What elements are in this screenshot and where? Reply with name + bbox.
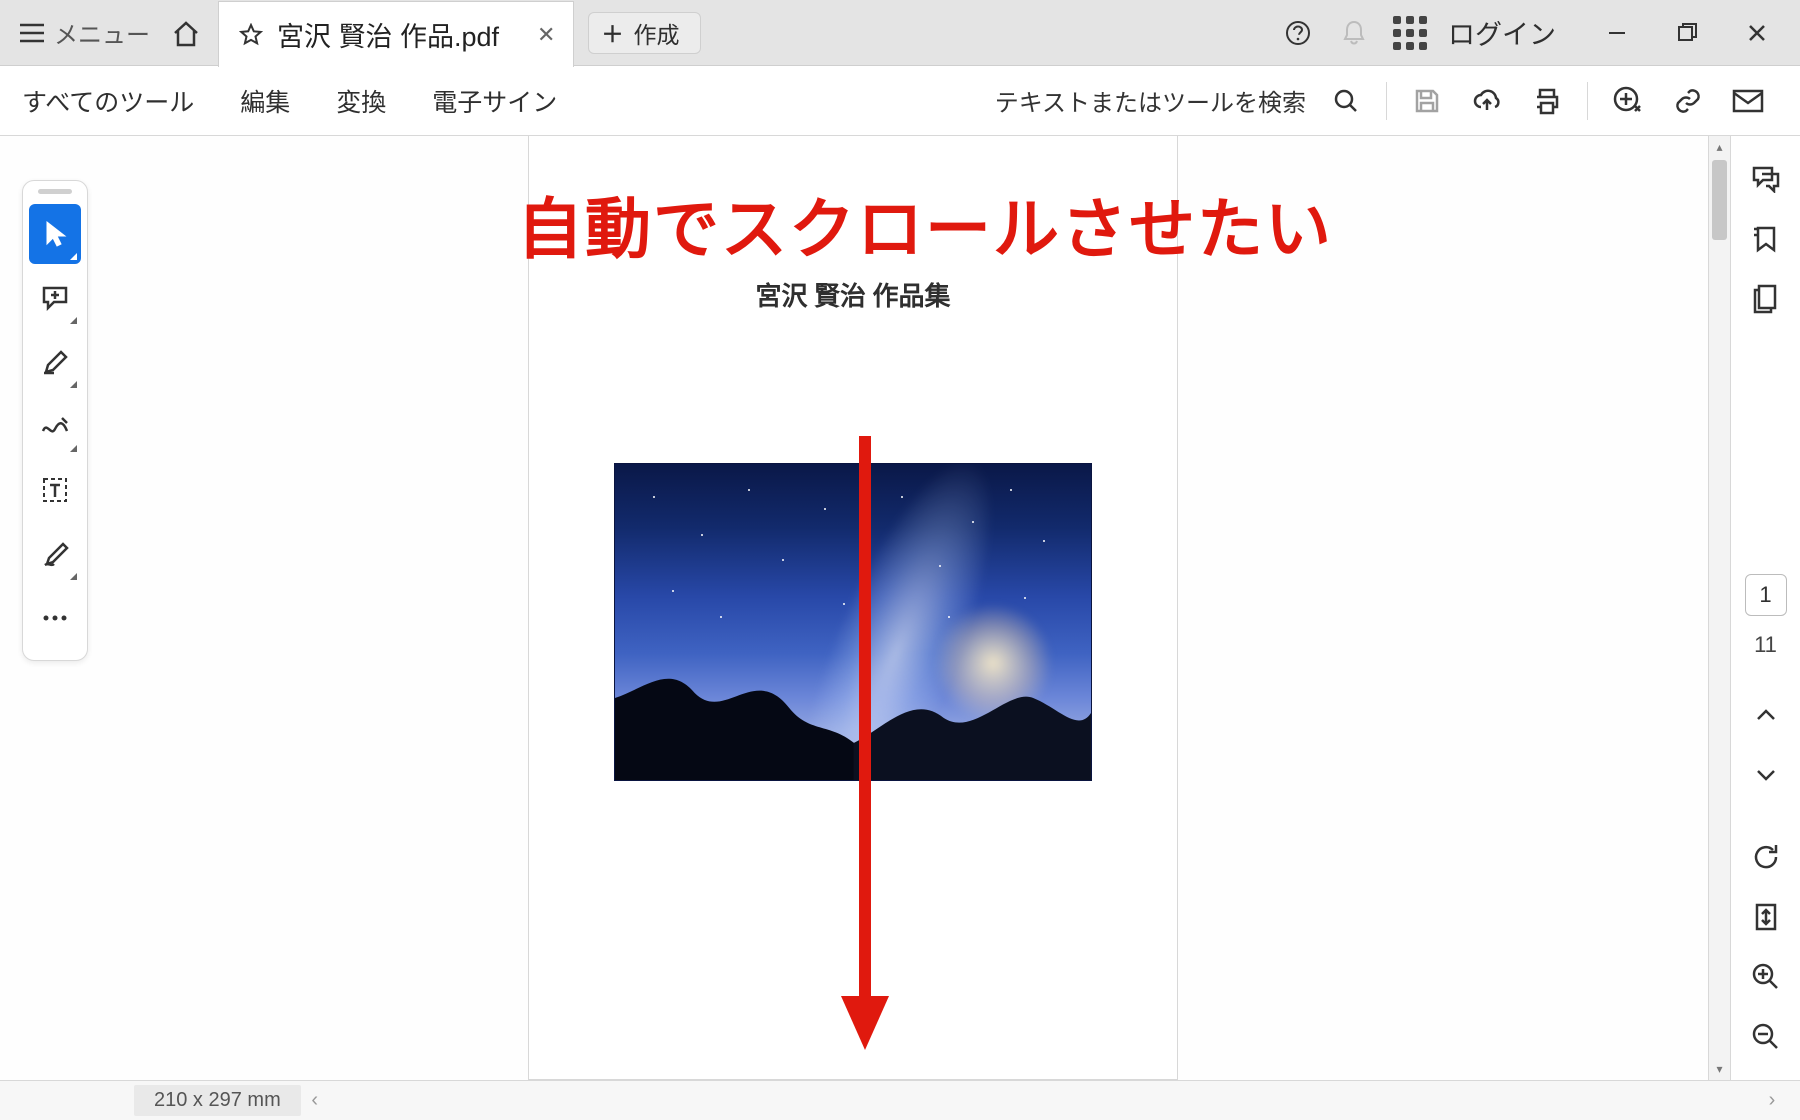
tool-more[interactable]: [29, 588, 81, 648]
login-button[interactable]: ログイン: [1448, 13, 1556, 52]
title-bar-right: ログイン: [1270, 0, 1800, 65]
hamburger-icon: [19, 23, 45, 43]
tool-highlight[interactable]: [29, 332, 81, 392]
document-tab[interactable]: 宮沢 賢治 作品.pdf ✕: [218, 1, 574, 67]
cloud-upload-icon: [1472, 88, 1502, 114]
page-fit-button[interactable]: [1741, 892, 1791, 942]
bookmark-icon: [1752, 225, 1780, 253]
page-total: 11: [1754, 632, 1777, 658]
tab-close-button[interactable]: ✕: [537, 22, 555, 48]
plus-icon: ＋: [601, 17, 623, 49]
hscroll-left-button[interactable]: ‹: [301, 1089, 329, 1112]
search-icon: [1333, 88, 1359, 114]
document-heading: 宮沢 賢治 作品集: [529, 276, 1177, 313]
page-down-button[interactable]: [1741, 750, 1791, 800]
print-icon: [1532, 87, 1562, 115]
new-tab-button[interactable]: ＋ 作成: [588, 12, 700, 54]
hamburger-menu-button[interactable]: [8, 0, 56, 66]
highlight-icon: [41, 349, 69, 375]
status-bar: 210 x 297 mm ‹ ›: [0, 1080, 1800, 1120]
more-icon: [42, 613, 68, 623]
app-grid-button[interactable]: [1382, 0, 1438, 66]
ai-icon: [1613, 86, 1643, 116]
right-panel: 1 11: [1730, 136, 1800, 1080]
maximize-icon: [1677, 23, 1697, 43]
save-icon: [1413, 87, 1441, 115]
cloud-upload-button[interactable]: [1457, 71, 1517, 131]
hscroll-right-button[interactable]: ›: [1758, 1089, 1786, 1112]
page-number-input[interactable]: 1: [1745, 574, 1787, 616]
mail-icon: [1732, 89, 1764, 113]
help-icon: [1285, 20, 1311, 46]
floating-toolbar[interactable]: [22, 180, 88, 661]
tool-select[interactable]: [29, 204, 81, 264]
menu-convert[interactable]: 変換: [336, 83, 386, 119]
document-area[interactable]: 宮沢 賢治 作品集 自動でスク: [0, 136, 1730, 1080]
tool-sign[interactable]: [29, 524, 81, 584]
vertical-scrollbar[interactable]: ▴ ▾: [1708, 136, 1730, 1080]
window-minimize-button[interactable]: [1582, 0, 1652, 66]
scroll-up-button[interactable]: ▴: [1709, 136, 1730, 158]
tab-title: 宮沢 賢治 作品.pdf: [277, 15, 499, 54]
panel-comments-button[interactable]: [1741, 154, 1791, 204]
home-button[interactable]: [162, 0, 210, 66]
window-maximize-button[interactable]: [1652, 0, 1722, 66]
ai-assistant-button[interactable]: [1598, 71, 1658, 131]
chevron-down-icon: [1755, 768, 1777, 782]
panel-thumbnails-button[interactable]: [1741, 274, 1791, 324]
textbox-icon: [42, 477, 68, 503]
scroll-thumb[interactable]: [1712, 160, 1727, 240]
page-up-button[interactable]: [1741, 690, 1791, 740]
zoom-out-button[interactable]: [1741, 1012, 1791, 1062]
rotate-button[interactable]: [1741, 832, 1791, 882]
save-button[interactable]: [1397, 71, 1457, 131]
toolbar: すべてのツール 編集 変換 電子サイン テキストまたはツールを検索: [0, 66, 1800, 136]
share-button[interactable]: [1718, 71, 1778, 131]
scroll-down-button[interactable]: ▾: [1709, 1058, 1730, 1080]
close-icon: [1747, 23, 1767, 43]
app-grid-icon: [1393, 16, 1427, 50]
home-icon: [171, 19, 201, 47]
title-bar-left: メニュー: [0, 0, 218, 65]
pdf-page: 宮沢 賢治 作品集: [528, 136, 1178, 1080]
bell-icon: [1341, 19, 1367, 47]
tool-draw[interactable]: [29, 396, 81, 456]
notifications-button[interactable]: [1326, 0, 1382, 66]
comment-icon: [41, 285, 69, 311]
chevron-up-icon: [1755, 708, 1777, 722]
tool-comment[interactable]: [29, 268, 81, 328]
window-close-button[interactable]: [1722, 0, 1792, 66]
link-button[interactable]: [1658, 71, 1718, 131]
comments-icon: [1751, 165, 1781, 193]
menu-esign[interactable]: 電子サイン: [432, 83, 557, 119]
toolbar-grip[interactable]: [38, 189, 72, 194]
zoom-out-icon: [1752, 1023, 1780, 1051]
cursor-icon: [43, 220, 67, 248]
tool-textbox[interactable]: [29, 460, 81, 520]
search-placeholder[interactable]: テキストまたはツールを検索: [995, 83, 1306, 118]
page-fit-icon: [1754, 902, 1778, 932]
help-button[interactable]: [1270, 0, 1326, 66]
star-icon[interactable]: [239, 23, 263, 47]
minimize-icon: [1607, 23, 1627, 43]
link-icon: [1673, 87, 1703, 115]
new-tab-label: 作成: [634, 16, 680, 50]
title-bar: メニュー 宮沢 賢治 作品.pdf ✕ ＋ 作成 ログイン: [0, 0, 1800, 66]
page-dimensions: 210 x 297 mm: [134, 1085, 301, 1116]
print-button[interactable]: [1517, 71, 1577, 131]
menu-all-tools[interactable]: すべてのツール: [22, 83, 194, 119]
zoom-in-button[interactable]: [1741, 952, 1791, 1002]
sign-icon: [41, 541, 69, 567]
page-image: [614, 463, 1092, 781]
zoom-in-icon: [1752, 963, 1780, 991]
document-scroll[interactable]: 宮沢 賢治 作品集: [0, 136, 1706, 1080]
pages-icon: [1753, 284, 1779, 314]
panel-bookmarks-button[interactable]: [1741, 214, 1791, 264]
menu-edit[interactable]: 編集: [240, 83, 290, 119]
draw-icon: [40, 415, 70, 437]
search-button[interactable]: [1316, 71, 1376, 131]
body: 宮沢 賢治 作品集 自動でスク: [0, 136, 1800, 1080]
rotate-icon: [1752, 843, 1780, 871]
menu-label[interactable]: メニュー: [54, 15, 150, 50]
